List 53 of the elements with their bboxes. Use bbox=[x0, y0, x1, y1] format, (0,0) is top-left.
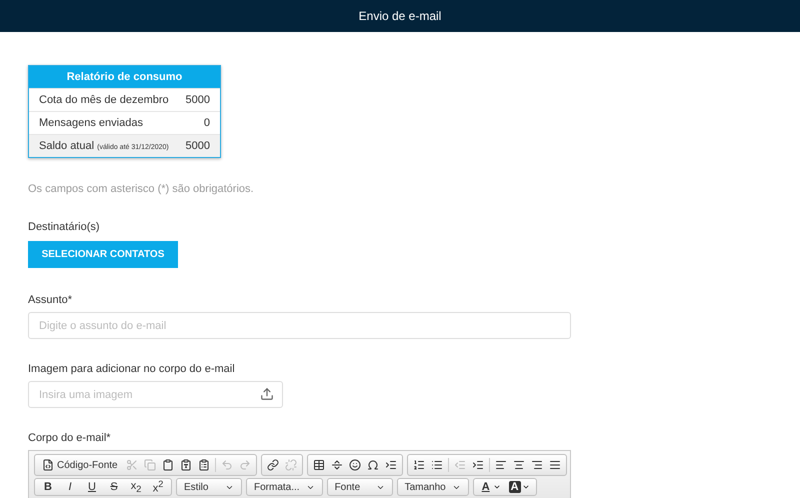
redo-icon bbox=[238, 459, 251, 471]
format-button[interactable]: U bbox=[81, 481, 103, 493]
color-button[interactable]: A bbox=[504, 481, 534, 493]
format-button[interactable]: B bbox=[37, 481, 59, 493]
paste-text-icon bbox=[180, 459, 192, 471]
row-value: 5000 bbox=[186, 140, 210, 152]
field-label: Assunto* bbox=[28, 294, 74, 306]
dropdown[interactable]: Fonte bbox=[330, 478, 390, 496]
format-button[interactable]: S bbox=[103, 481, 125, 493]
upload-icon[interactable] bbox=[260, 387, 274, 401]
row-label: Cota do mês de dezembro bbox=[39, 94, 169, 106]
caret-icon bbox=[522, 483, 530, 491]
paste-list-icon bbox=[198, 459, 210, 471]
subject-field[interactable]: Digite o assunto do e-mail bbox=[28, 312, 571, 339]
align-left-icon bbox=[494, 459, 507, 471]
row-value: 0 bbox=[204, 117, 210, 129]
dropdown[interactable]: Formata... bbox=[249, 478, 320, 496]
format-button[interactable]: x$^{2}$ bbox=[147, 479, 169, 495]
report-title: Relatório de consumo bbox=[29, 66, 220, 88]
align-justify-icon bbox=[548, 459, 561, 471]
align-center-icon bbox=[512, 459, 525, 471]
color-button[interactable]: A bbox=[476, 481, 505, 493]
unlink-icon bbox=[284, 459, 297, 471]
indent-icon bbox=[384, 459, 397, 471]
omega-icon bbox=[366, 459, 379, 471]
undo-icon bbox=[220, 459, 233, 471]
horizontal-line-icon bbox=[330, 459, 343, 471]
link-icon bbox=[266, 459, 279, 471]
caret-icon bbox=[492, 483, 501, 491]
row-label: Mensagens enviadas bbox=[39, 117, 143, 129]
cut-icon bbox=[126, 459, 138, 471]
align-right-icon bbox=[530, 459, 543, 471]
field-label: Corpo do e-mail* bbox=[28, 432, 112, 444]
required-note: Os campos com asterisco (*) são obrigatórios. bbox=[28, 183, 255, 195]
image-field[interactable]: Insira uma imagem bbox=[28, 381, 283, 408]
table-icon bbox=[312, 459, 325, 471]
page-title: Envio de e-mail bbox=[358, 9, 442, 23]
format-button[interactable]: x$_{2}$ bbox=[125, 480, 147, 494]
source-code-button[interactable]: Código-Fonte bbox=[37, 456, 123, 474]
dropdown[interactable]: Tamanho bbox=[400, 478, 466, 496]
outdent-icon bbox=[454, 459, 466, 471]
format-button[interactable]: I bbox=[59, 481, 81, 493]
indent-icon bbox=[472, 459, 484, 471]
field-label: Imagem para adicionar no corpo do e-mail bbox=[28, 363, 236, 375]
code-file-icon bbox=[42, 459, 54, 471]
numbered-list-icon bbox=[412, 459, 425, 471]
source-code-label: Código-Fonte bbox=[57, 460, 118, 470]
paste-icon bbox=[162, 459, 174, 471]
copy-icon bbox=[144, 459, 156, 471]
field-label: Destinatário(s) bbox=[28, 221, 101, 233]
smiley-icon bbox=[348, 459, 361, 471]
row-value: 5000 bbox=[186, 94, 210, 106]
dropdown[interactable]: Estilo bbox=[179, 478, 239, 496]
